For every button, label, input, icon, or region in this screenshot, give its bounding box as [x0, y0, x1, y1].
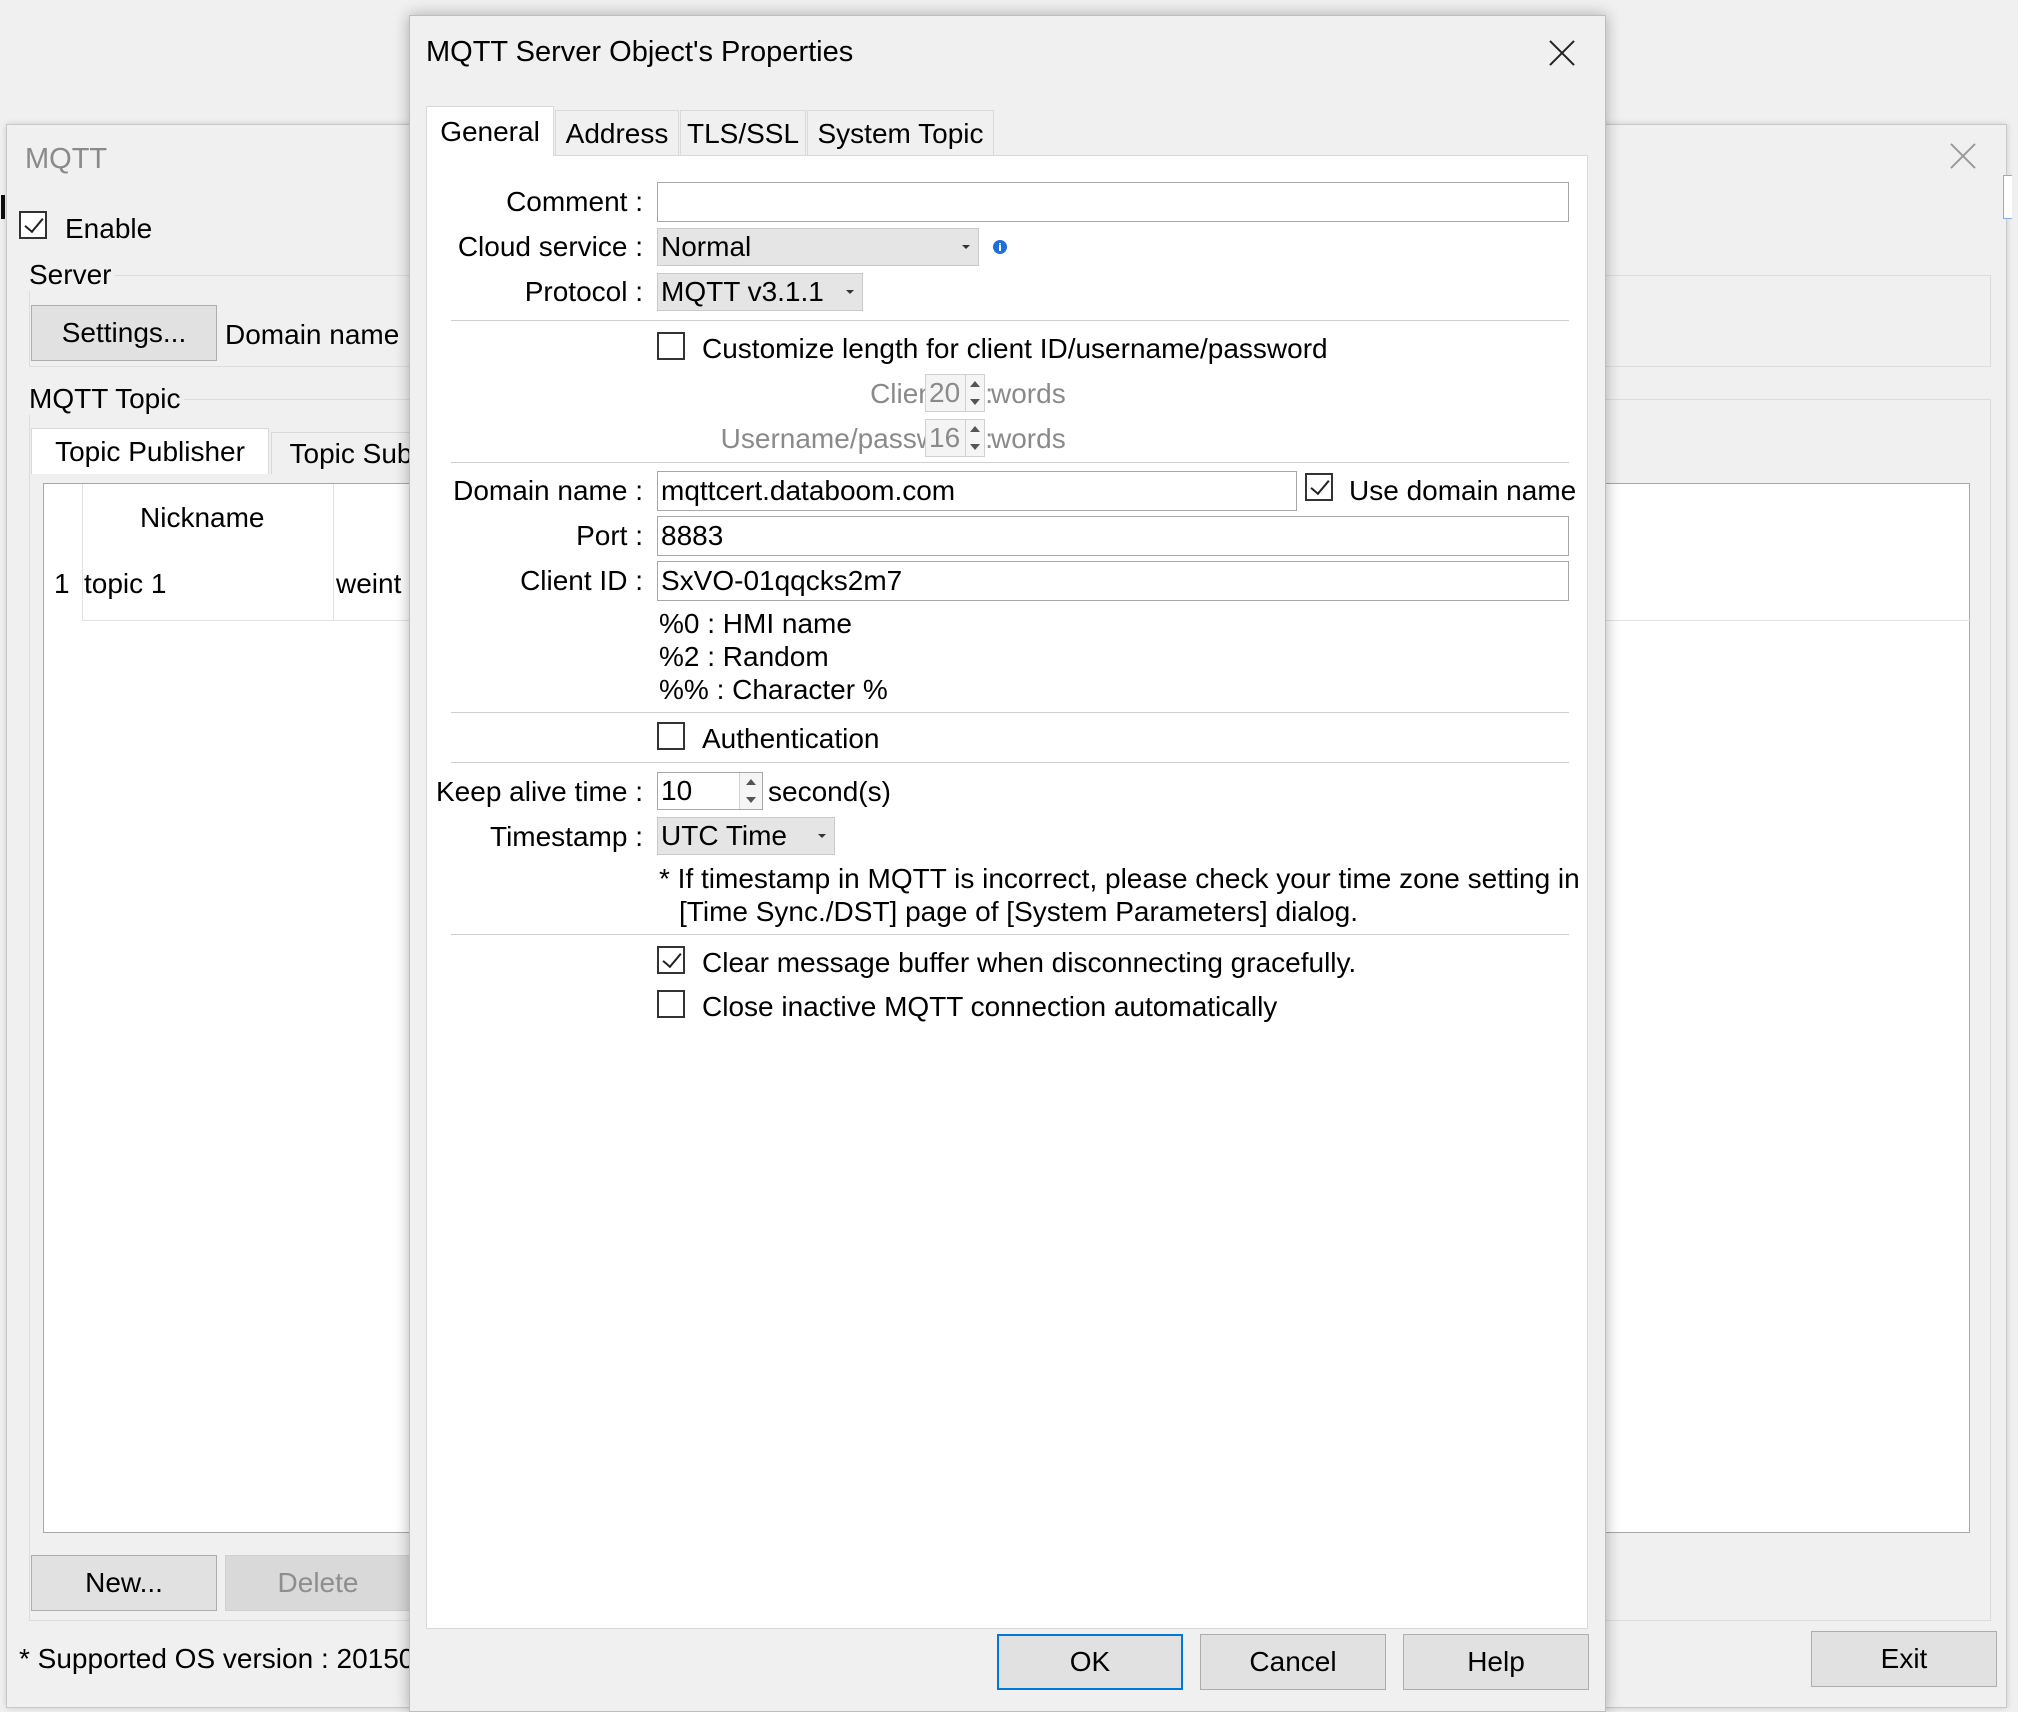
username-password-length-stepper: 16	[925, 419, 985, 457]
close-icon[interactable]	[1547, 38, 1577, 68]
use-domain-name-checkbox[interactable]	[1305, 473, 1333, 501]
general-tab-panel: Comment : Cloud service : Normal i Proto…	[426, 155, 1588, 1629]
dialog-title: MQTT Server Object's Properties	[426, 36, 854, 68]
authentication-checkbox[interactable]	[657, 722, 685, 750]
chevron-down-icon	[846, 290, 854, 294]
tab-address[interactable]: Address	[555, 110, 679, 156]
chevron-down-icon	[818, 834, 826, 838]
window-title: MQTT	[25, 143, 108, 175]
comment-label: Comment :	[506, 186, 643, 217]
row-index: 1	[54, 568, 70, 599]
tab-topic-publisher[interactable]: Topic Publisher	[31, 428, 269, 474]
comment-input[interactable]	[657, 182, 1569, 222]
edge-marker	[2003, 175, 2012, 219]
client-id-length-unit: words	[991, 378, 1066, 409]
timestamp-note-line-2: [Time Sync./DST] page of [System Paramet…	[679, 896, 1358, 927]
row-nickname: topic 1	[84, 568, 167, 599]
tab-system-topic[interactable]: System Topic	[807, 110, 994, 156]
spin-arrows-icon[interactable]	[739, 773, 762, 809]
authentication-label: Authentication	[702, 723, 880, 754]
timestamp-label: Timestamp :	[490, 821, 643, 852]
close-inactive-checkbox[interactable]	[657, 990, 685, 1018]
new-button[interactable]: New...	[31, 1555, 217, 1611]
domain-name-label: Domain name :	[453, 475, 643, 506]
settings-button[interactable]: Settings...	[31, 305, 217, 361]
separator	[451, 320, 1569, 321]
client-id-label: Client ID :	[520, 565, 643, 596]
spin-arrows-icon	[965, 375, 984, 411]
column-header-nickname: Nickname	[140, 502, 265, 533]
ok-button[interactable]: OK	[997, 1634, 1183, 1690]
close-inactive-label: Close inactive MQTT connection automatic…	[702, 991, 1278, 1022]
supported-os-text: * Supported OS version : 201509	[19, 1643, 430, 1674]
close-icon[interactable]	[1948, 141, 1978, 171]
timestamp-select[interactable]: UTC Time	[657, 817, 835, 855]
exit-button[interactable]: Exit	[1811, 1631, 1997, 1687]
enable-checkbox[interactable]	[19, 211, 47, 239]
cancel-button[interactable]: Cancel	[1200, 1634, 1386, 1690]
hint-character: %% : Character %	[659, 674, 888, 705]
spin-arrows-icon	[965, 420, 984, 456]
domain-name-label: Domain name :	[225, 319, 415, 350]
keep-alive-unit: second(s)	[768, 776, 891, 807]
domain-name-input[interactable]: mqttcert.databoom.com	[657, 471, 1297, 511]
timestamp-note-line-1: * If timestamp in MQTT is incorrect, ple…	[659, 863, 1580, 894]
separator	[451, 462, 1569, 463]
hint-random: %2 : Random	[659, 641, 829, 672]
tab-general[interactable]: General	[426, 106, 554, 156]
chevron-down-icon	[962, 245, 970, 249]
use-domain-name-label: Use domain name	[1349, 475, 1577, 506]
mqtt-server-properties-dialog: MQTT Server Object's Properties General …	[409, 15, 1606, 1712]
customize-length-label: Customize length for client ID/username/…	[702, 333, 1328, 364]
port-input[interactable]: 8883	[657, 516, 1569, 556]
customize-length-checkbox[interactable]	[657, 332, 685, 360]
cloud-service-select[interactable]: Normal	[657, 228, 979, 266]
delete-button: Delete	[225, 1555, 411, 1611]
server-group-label: Server	[29, 259, 116, 291]
protocol-select[interactable]: MQTT v3.1.1	[657, 273, 863, 311]
mqtt-topic-label: MQTT Topic	[29, 383, 185, 415]
hint-hmi-name: %0 : HMI name	[659, 608, 852, 639]
client-id-length-stepper: 20	[925, 374, 985, 412]
separator	[451, 712, 1569, 713]
info-icon[interactable]: i	[993, 240, 1007, 254]
separator	[451, 762, 1569, 763]
clear-message-buffer-label: Clear message buffer when disconnecting …	[702, 947, 1357, 978]
enable-label: Enable	[65, 213, 153, 244]
tab-topic-subscriber[interactable]: Topic Sub	[271, 432, 431, 474]
protocol-label: Protocol :	[524, 276, 643, 307]
client-id-input[interactable]: SxVO-01qqcks2m7	[657, 561, 1569, 601]
username-password-length-unit: words	[991, 423, 1066, 454]
keep-alive-label: Keep alive time :	[436, 776, 643, 807]
clear-message-buffer-checkbox[interactable]	[657, 946, 685, 974]
tab-tls-ssl[interactable]: TLS/SSL	[680, 110, 806, 156]
port-label: Port :	[576, 520, 643, 551]
row-extra: weint	[336, 568, 402, 599]
separator	[451, 934, 1569, 935]
edge-marker	[1, 195, 5, 219]
keep-alive-stepper[interactable]: 10	[657, 772, 763, 810]
cloud-service-label: Cloud service :	[457, 231, 643, 262]
help-button[interactable]: Help	[1403, 1634, 1589, 1690]
